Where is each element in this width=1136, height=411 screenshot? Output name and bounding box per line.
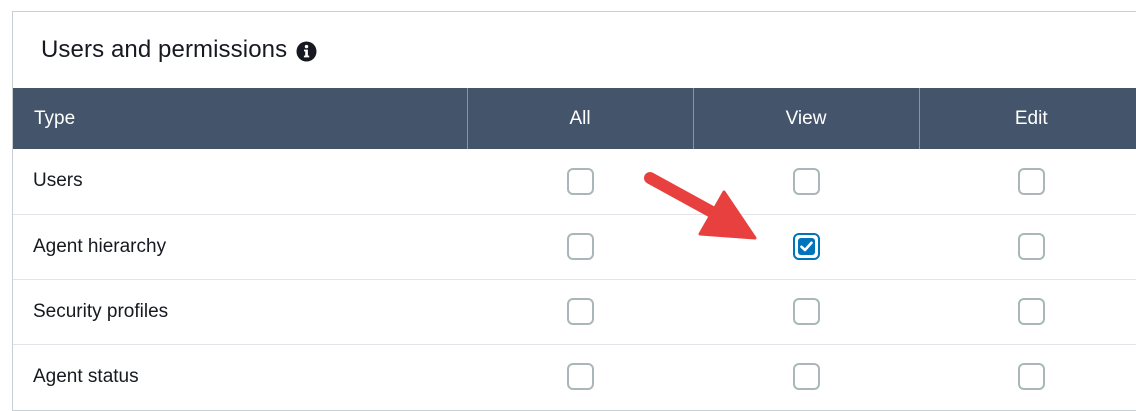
permission-type-label: Agent hierarchy bbox=[33, 235, 167, 257]
agent-status-edit-checkbox[interactable] bbox=[1017, 363, 1045, 391]
agent-hierarchy-edit-checkbox[interactable] bbox=[1017, 233, 1045, 260]
table-row: Users bbox=[13, 149, 1136, 214]
users-permissions-panel: Users and permissions Type All View Edit… bbox=[12, 11, 1136, 411]
checkmark-icon bbox=[799, 241, 813, 252]
agent-status-all-checkbox[interactable] bbox=[566, 363, 594, 391]
column-header-all: All bbox=[467, 88, 694, 149]
security-profiles-edit-checkbox[interactable] bbox=[1017, 298, 1045, 325]
agent-hierarchy-view-checkbox[interactable] bbox=[792, 233, 820, 260]
column-header-type: Type bbox=[13, 88, 468, 149]
column-header-edit: Edit bbox=[1014, 107, 1048, 129]
table-row: Security profiles bbox=[13, 279, 1136, 344]
table-header-row: Type All View Edit bbox=[13, 88, 1136, 149]
panel-header: Users and permissions bbox=[13, 12, 1136, 88]
column-header-view: View bbox=[693, 88, 920, 149]
users-view-checkbox[interactable] bbox=[792, 167, 820, 195]
users-edit-checkbox[interactable] bbox=[1017, 167, 1045, 195]
info-circle-icon[interactable] bbox=[296, 41, 317, 62]
security-profiles-all-checkbox[interactable] bbox=[566, 298, 594, 325]
agent-status-view-checkbox[interactable] bbox=[792, 363, 820, 391]
permission-type-label: Agent status bbox=[33, 365, 139, 387]
permission-type-label: Users bbox=[33, 170, 83, 192]
table-row: Agent status bbox=[13, 344, 1136, 409]
table-row: Agent hierarchy bbox=[13, 214, 1136, 279]
permission-type-label: Security profiles bbox=[33, 300, 169, 322]
users-all-checkbox[interactable] bbox=[566, 167, 594, 195]
agent-hierarchy-all-checkbox[interactable] bbox=[566, 233, 594, 260]
permissions-table: Type All View Edit Users Agent hierarchy bbox=[13, 88, 1136, 409]
security-profiles-view-checkbox[interactable] bbox=[792, 298, 820, 325]
panel-title: Users and permissions bbox=[41, 36, 288, 63]
